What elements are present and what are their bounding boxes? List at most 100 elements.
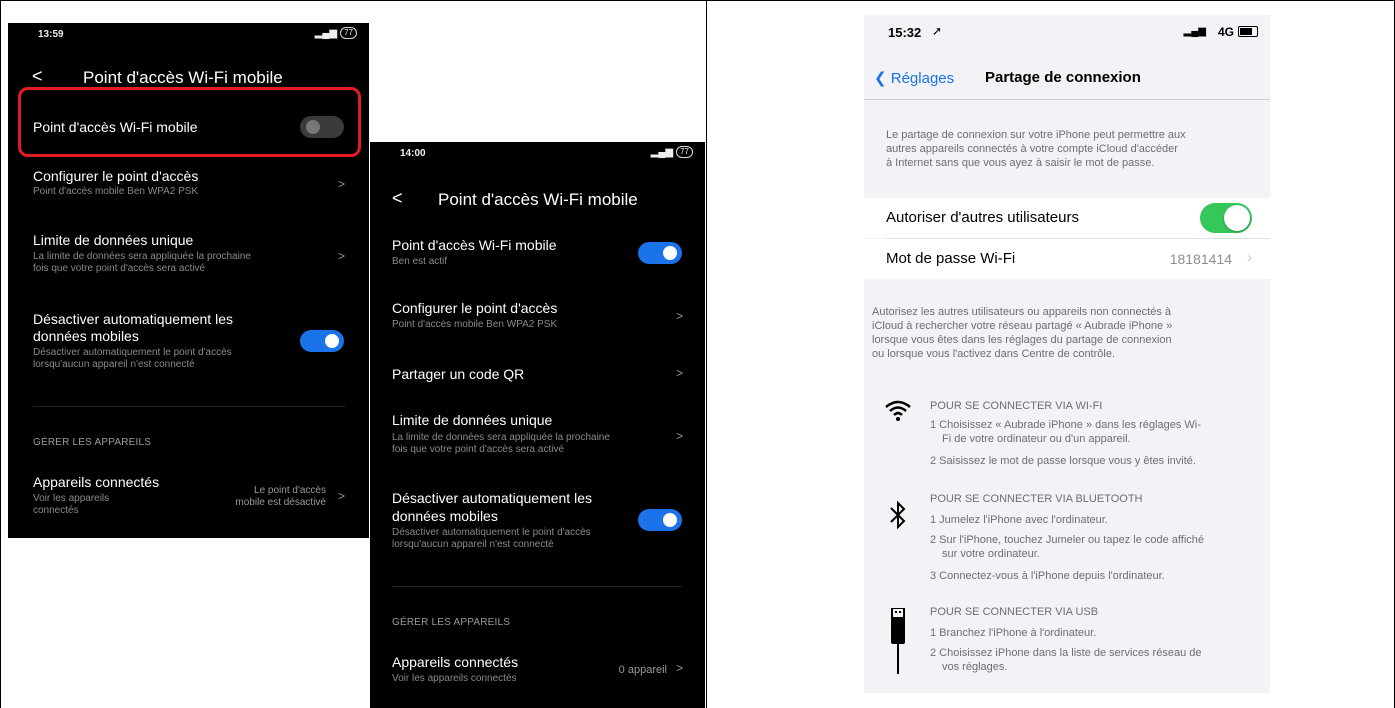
connected-devices-sub-1: Voir les appareils: [33, 493, 110, 504]
usb-step-2b: vos réglages.: [942, 661, 1008, 673]
status-bar: 13:59 ▂▄▆ 77: [8, 23, 369, 47]
divider: [392, 586, 682, 587]
battery-icon: 77: [340, 27, 357, 39]
chevron-right-icon: >: [676, 429, 684, 443]
back-arrow-icon[interactable]: <: [32, 66, 43, 87]
panel-divider: [706, 0, 707, 708]
auto-disable-sub-1: Désactiver automatiquement le point d'ac…: [33, 347, 232, 358]
chevron-right-icon: >: [338, 177, 346, 191]
wifi-icon: [884, 398, 912, 428]
connected-devices-count: 0 appareil: [618, 664, 667, 676]
wifi-step-1b: Fi de votre ordinateur ou d'un appareil.: [942, 433, 1131, 445]
usb-step-2a: 2 Choisissez iPhone dans la liste de ser…: [930, 647, 1202, 659]
configure-hotspot-sub: Point d'accès mobile Ben WPA2 PSK: [392, 319, 558, 330]
data-limit-title[interactable]: Limite de données unique: [392, 412, 552, 428]
back-button[interactable]: ❮ Réglages: [874, 69, 954, 87]
wifi-step-1a: 1 Choisissez « Aubrade iPhone » dans les…: [930, 419, 1201, 431]
location-arrow-icon: ➚: [932, 24, 943, 38]
status-icons: ▂▄▆ 77: [315, 27, 357, 39]
section-header: GÉRER LES APPAREILS: [33, 437, 152, 448]
bluetooth-step-1: 1 Jumelez l'iPhone avec l'ordinateur.: [930, 514, 1108, 526]
info-text-1: Autorisez les autres utilisateurs ou app…: [872, 306, 1172, 318]
hotspot-toggle-label: Point d'accès Wi-Fi mobile: [392, 237, 557, 253]
bluetooth-section-title: POUR SE CONNECTER VIA BLUETOOTH: [930, 493, 1143, 505]
nav-bar: ❮ Réglages Partage de connexion: [864, 59, 1270, 100]
wifi-password-label: Mot de passe Wi-Fi: [886, 250, 1016, 267]
info-text-4: ou lorsque vous l'activez dans Centre de…: [872, 348, 1116, 360]
page-title: Partage de connexion: [985, 69, 1141, 86]
hotspot-status: Ben est actif: [392, 256, 448, 267]
intro-text-2: autres appareils connectés à votre compt…: [886, 143, 1178, 155]
auto-disable-sub-1: Désactiver automatiquement le point d'ac…: [392, 527, 591, 538]
chevron-left-icon: ❮: [874, 70, 887, 87]
ios-screen: 15:32 ➚ ▂▄▆ 4G ❮ Réglages Partage de con…: [864, 15, 1270, 693]
wifi-password-cell[interactable]: Mot de passe Wi-Fi 18181414 ›: [864, 239, 1270, 279]
hotspot-toggle[interactable]: [638, 242, 682, 264]
auto-disable-title-2: données mobiles: [392, 508, 498, 524]
data-limit-sub-1: La limite de données sera appliquée la p…: [33, 251, 251, 262]
usb-section-title: POUR SE CONNECTER VIA USB: [930, 606, 1099, 618]
connected-devices-title[interactable]: Appareils connectés: [392, 654, 518, 670]
page-title: Point d'accès Wi-Fi mobile: [83, 68, 283, 87]
battery-icon: 77: [676, 146, 693, 158]
chevron-right-icon: >: [338, 489, 346, 503]
configure-hotspot-sub: Point d'accès mobile Ben WPA2 PSK: [33, 186, 199, 197]
connected-devices-status-1: Le point d'accès: [254, 485, 326, 496]
bluetooth-step-2b: sur votre ordinateur.: [942, 548, 1040, 560]
allow-others-toggle[interactable]: [1200, 203, 1252, 233]
status-bar: 14:00 ▂▄▆ 77: [370, 142, 705, 166]
chevron-right-icon: ›: [1247, 249, 1252, 266]
signal-icon: ▂▄▆: [1183, 26, 1206, 37]
chevron-right-icon: >: [676, 309, 684, 323]
usb-cable-icon: [884, 607, 912, 680]
configure-hotspot-title[interactable]: Configurer le point d'accès: [33, 168, 198, 184]
auto-disable-title-1: Désactiver automatiquement les: [33, 311, 233, 327]
auto-disable-toggle[interactable]: [300, 330, 344, 352]
share-qr-title[interactable]: Partager un code QR: [392, 366, 524, 382]
wifi-password-value: 18181414: [1169, 251, 1232, 267]
wifi-step-2: 2 Saisissez le mot de passe lorsque vous…: [930, 455, 1196, 467]
data-limit-sub-2: fois que votre point d'accès sera activé: [33, 263, 206, 274]
auto-disable-toggle[interactable]: [638, 509, 682, 531]
usb-step-1: 1 Branchez l'iPhone à l'ordinateur.: [930, 627, 1097, 639]
status-bar: 15:32 ➚ ▂▄▆ 4G: [864, 15, 1270, 45]
status-time: 15:32: [888, 25, 922, 40]
connected-devices-sub: Voir les appareils connectés: [392, 673, 517, 684]
back-arrow-icon[interactable]: <: [392, 188, 403, 209]
android-screen-2: 14:00 ▂▄▆ 77 < Point d'accès Wi-Fi mobil…: [370, 142, 705, 708]
data-limit-sub-1: La limite de données sera appliquée la p…: [392, 432, 610, 443]
allow-others-cell: Autoriser d'autres utilisateurs: [864, 198, 1270, 238]
signal-icon: ▂▄▆: [650, 146, 674, 158]
allow-others-label: Autoriser d'autres utilisateurs: [886, 209, 1079, 226]
configure-hotspot-title[interactable]: Configurer le point d'accès: [392, 300, 557, 316]
battery-icon: [1238, 26, 1258, 37]
divider: [33, 406, 345, 407]
auto-disable-title-1: Désactiver automatiquement les: [392, 490, 592, 506]
chevron-right-icon: >: [338, 249, 346, 263]
status-time: 14:00: [400, 148, 426, 159]
auto-disable-title-2: données mobiles: [33, 328, 139, 344]
intro-text-3: à Internet sans que vous ayez à saisir l…: [886, 157, 1155, 169]
data-limit-sub-2: fois que votre point d'accès sera activé: [392, 444, 565, 455]
section-header: GÉRER LES APPAREILS: [392, 617, 511, 628]
intro-text-1: Le partage de connexion sur votre iPhone…: [886, 129, 1186, 141]
connected-devices-sub-2: connectés: [33, 505, 79, 516]
info-text-3: lorsque vous êtes dans les réglages du p…: [872, 334, 1172, 346]
signal-icon: ▂▄▆: [314, 27, 338, 39]
bluetooth-step-2a: 2 Sur l'iPhone, touchez Jumeler ou tapez…: [930, 534, 1205, 546]
data-limit-title[interactable]: Limite de données unique: [33, 232, 193, 248]
bluetooth-step-3: 3 Connectez-vous à l'iPhone depuis l'ord…: [930, 570, 1165, 582]
chevron-right-icon: >: [676, 366, 684, 380]
wifi-section-title: POUR SE CONNECTER VIA WI-FI: [930, 400, 1103, 412]
bluetooth-icon: [884, 500, 912, 538]
chevron-right-icon: >: [676, 661, 684, 675]
auto-disable-sub-2: lorsqu'aucun appareil n'est connecté: [33, 359, 195, 370]
connected-devices-title[interactable]: Appareils connectés: [33, 474, 159, 490]
highlight-box: [18, 87, 361, 157]
status-icons: ▂▄▆ 77: [651, 146, 693, 158]
network-type: 4G: [1217, 25, 1234, 39]
status-time: 13:59: [38, 29, 64, 40]
page-title: Point d'accès Wi-Fi mobile: [438, 190, 638, 209]
info-text-2: iCloud à rechercher votre réseau partagé…: [872, 320, 1173, 332]
connected-devices-status-2: mobile est désactivé: [235, 497, 326, 508]
